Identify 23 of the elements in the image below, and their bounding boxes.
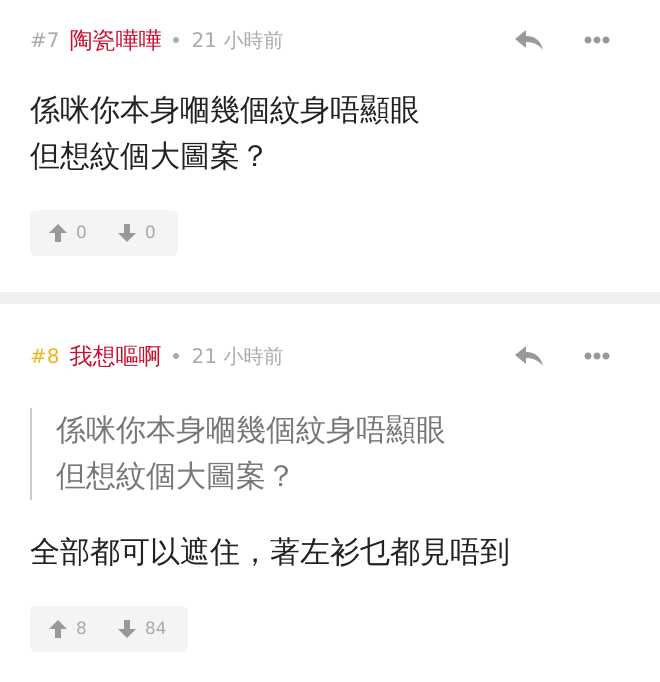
downvote-count: 84 (144, 619, 166, 639)
comment-text: 係咪你本身嗰幾個紋身唔顯眼 但想紋個大圖案？ (30, 92, 421, 176)
upvote-count: 8 (76, 619, 87, 639)
downvote-count: 0 (144, 223, 156, 243)
separator-dot (173, 353, 180, 359)
comment-text: 全部都可以遮住，著左衫乜都見唔到 (30, 534, 511, 572)
comment-number: #8 (30, 344, 60, 368)
downvote-icon[interactable] (116, 223, 137, 243)
timestamp: 21 小時前 (191, 342, 284, 370)
reply-icon[interactable] (514, 344, 544, 368)
more-icon[interactable] (584, 36, 610, 44)
separator-dot (173, 37, 180, 43)
quoted-text: 係咪你本身嗰幾個紋身唔顯眼 但想紋個大圖案？ (30, 408, 630, 500)
timestamp: 21 小時前 (191, 26, 284, 54)
author-name[interactable]: 我想嘔啊 (69, 340, 162, 372)
upvote-icon[interactable] (48, 223, 68, 243)
downvote-icon[interactable] (116, 619, 137, 639)
upvote-icon[interactable] (48, 619, 68, 639)
reply-icon[interactable] (514, 28, 544, 52)
more-icon[interactable] (584, 352, 610, 360)
author-name[interactable]: 陶瓷嘩嘩 (69, 24, 162, 56)
upvote-count: 0 (76, 223, 87, 243)
comment-number: #7 (30, 28, 60, 52)
